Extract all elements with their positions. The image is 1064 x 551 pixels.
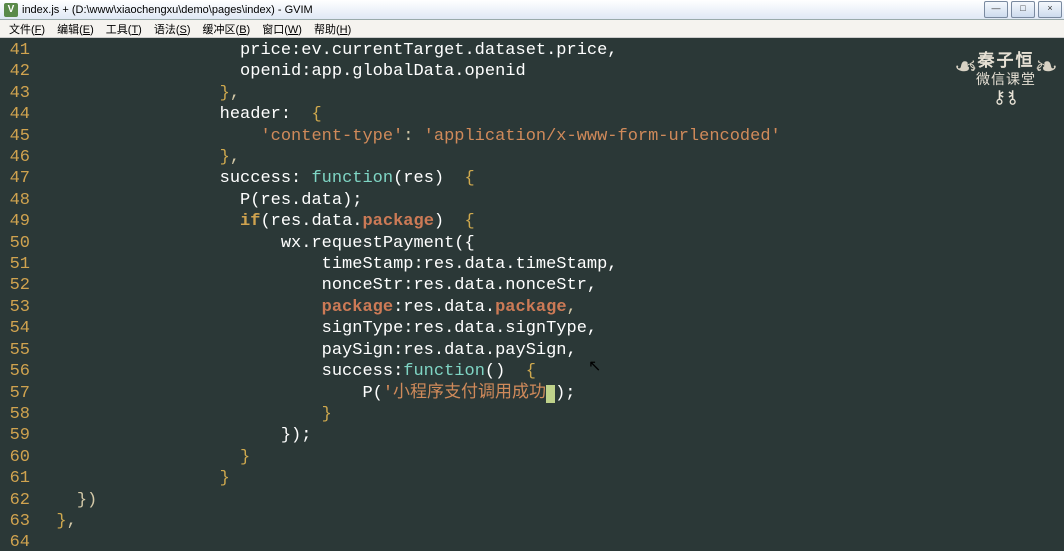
app-icon: V <box>4 3 18 17</box>
menu-buffers[interactable]: 缓冲区(B) <box>197 21 257 37</box>
window-title-bar: V index.js + (D:\www\xiaochengxu\demo\pa… <box>0 0 1064 20</box>
menu-syntax[interactable]: 语法(S) <box>148 21 197 37</box>
menu-file[interactable]: 文件(F) <box>3 21 51 37</box>
maximize-button[interactable]: □ <box>1011 1 1035 18</box>
editor[interactable]: 41 42 43 44 45 46 47 48 49 50 51 52 53 5… <box>0 38 1064 551</box>
window-controls: — □ × <box>984 1 1062 18</box>
menu-help[interactable]: 帮助(H) <box>308 21 357 37</box>
code-area[interactable]: price:ev.currentTarget.dataset.price, op… <box>36 38 1064 551</box>
close-button[interactable]: × <box>1038 1 1062 18</box>
line-number-gutter: 41 42 43 44 45 46 47 48 49 50 51 52 53 5… <box>0 38 36 551</box>
minimize-button[interactable]: — <box>984 1 1008 18</box>
menu-tools[interactable]: 工具(T) <box>100 21 148 37</box>
menu-window[interactable]: 窗口(W) <box>256 21 308 37</box>
menu-edit[interactable]: 编辑(E) <box>51 21 100 37</box>
window-title: index.js + (D:\www\xiaochengxu\demo\page… <box>22 4 313 16</box>
menu-bar: 文件(F) 编辑(E) 工具(T) 语法(S) 缓冲区(B) 窗口(W) 帮助(… <box>0 20 1064 38</box>
